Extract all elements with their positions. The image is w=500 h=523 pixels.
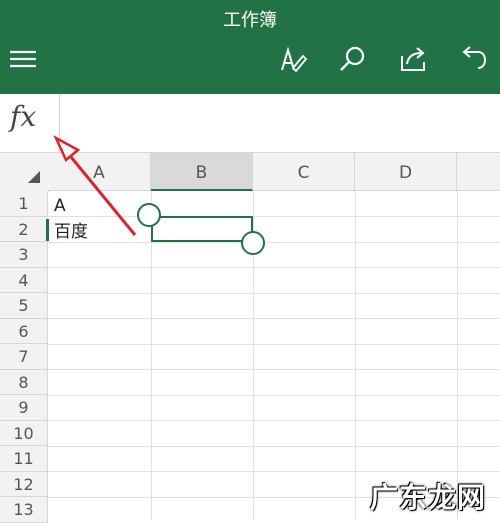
row-header-9[interactable]: 9 (0, 395, 48, 421)
row-header-12[interactable]: 12 (0, 471, 48, 497)
grid-row-line (48, 471, 500, 472)
selection-end-handle[interactable] (241, 231, 265, 255)
grid-row-line (48, 292, 500, 294)
grid-row-line (48, 267, 500, 268)
column-header-a[interactable]: A (48, 153, 151, 191)
grid-row-line (48, 420, 500, 421)
column-header-d[interactable]: D (355, 153, 457, 191)
pen-icon[interactable] (276, 42, 310, 76)
search-icon[interactable] (336, 42, 370, 76)
active-row-marker (46, 219, 49, 241)
app-header: 工作簿 (0, 0, 500, 94)
grid-row-line (48, 369, 500, 370)
formula-divider (59, 94, 60, 152)
row-header-6[interactable]: 6 (0, 318, 48, 344)
undo-icon[interactable] (456, 42, 490, 76)
grid-row-line (48, 318, 500, 319)
row-header-10[interactable]: 10 (0, 420, 48, 446)
share-icon[interactable] (396, 42, 430, 76)
grid-row-line (48, 445, 500, 447)
row-header-13[interactable]: 13 (0, 497, 48, 523)
row-header-8[interactable]: 8 (0, 369, 48, 395)
cell-a2[interactable]: 百度 (54, 220, 88, 244)
spreadsheet-grid[interactable]: A B C D 1 2 3 4 5 6 7 8 9 10 11 12 13 A … (0, 153, 500, 523)
selection-start-handle[interactable] (137, 203, 161, 227)
select-all-triangle-icon (28, 171, 40, 183)
hamburger-icon[interactable] (6, 42, 40, 76)
grid-row-line (48, 394, 500, 396)
row-header-1[interactable]: 1 (0, 191, 48, 217)
row-header-7[interactable]: 7 (0, 344, 48, 370)
column-header-next[interactable] (457, 153, 500, 191)
workbook-title: 工作簿 (223, 10, 277, 31)
grid-row-line (48, 241, 500, 243)
column-header-b[interactable]: B (151, 153, 253, 191)
formula-input[interactable] (66, 94, 496, 152)
row-header-11[interactable]: 11 (0, 446, 48, 472)
row-header-5[interactable]: 5 (0, 293, 48, 319)
watermark-text: 广东龙网 (369, 481, 486, 514)
formula-bar: fx (0, 94, 500, 153)
grid-row-line (48, 343, 500, 345)
fx-icon[interactable]: fx (10, 100, 36, 133)
column-header-c[interactable]: C (253, 153, 355, 191)
row-header-3[interactable]: 3 (0, 242, 48, 268)
selection-range[interactable] (151, 216, 253, 242)
grid-row-line (48, 216, 500, 217)
row-header-2[interactable]: 2 (0, 216, 48, 242)
row-header-4[interactable]: 4 (0, 267, 48, 293)
cell-a1[interactable]: A (54, 194, 66, 218)
select-all-button[interactable] (0, 153, 49, 192)
